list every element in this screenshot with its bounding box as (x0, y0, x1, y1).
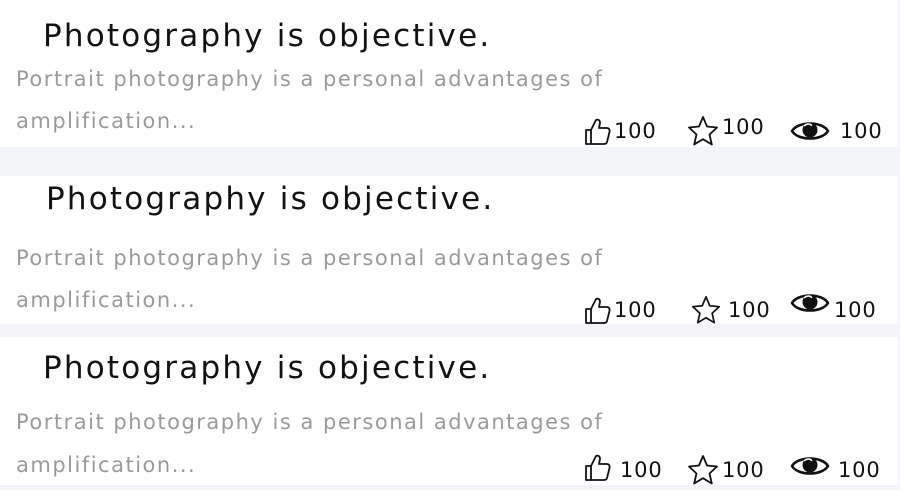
like-button[interactable]: 100 (582, 111, 656, 151)
view-count-button[interactable]: 100 (790, 450, 880, 490)
article-description-line-2: amplification... (16, 109, 197, 133)
view-count-button[interactable]: 100 (790, 290, 876, 330)
article-title[interactable]: Photography is objective. (43, 16, 491, 56)
thumbs-up-icon (585, 454, 611, 481)
article-stats: 100 100 100 (580, 450, 890, 490)
thumbs-up-icon (585, 118, 611, 145)
like-count: 100 (620, 458, 663, 482)
thumbs-up-icon (585, 297, 611, 324)
article-feed: Photography is objective. Portrait photo… (0, 0, 898, 488)
eye-icon (790, 294, 830, 312)
article-description-line-2: amplification... (16, 453, 197, 477)
article-description-line-1: Portrait photography is a personal advan… (16, 67, 604, 91)
favorite-button[interactable]: 100 (686, 111, 764, 151)
article-description-line-1: Portrait photography is a personal advan… (16, 410, 604, 434)
like-button[interactable]: 100 (582, 450, 662, 490)
article-card[interactable]: Photography is objective. Portrait photo… (0, 0, 898, 147)
favorite-count: 100 (722, 458, 765, 482)
article-card[interactable]: Photography is objective. Portrait photo… (0, 176, 898, 324)
article-card[interactable]: Photography is objective. Portrait photo… (0, 337, 898, 485)
article-title[interactable]: Photography is objective. (43, 348, 491, 388)
star-icon (688, 455, 718, 485)
star-icon (691, 295, 721, 324)
article-description-line-2: amplification... (16, 288, 197, 312)
eye-icon (790, 457, 830, 475)
like-count: 100 (614, 298, 657, 322)
article-description-line-1: Portrait photography is a personal advan… (16, 246, 604, 270)
favorite-count: 100 (722, 115, 765, 139)
article-title[interactable]: Photography is objective. (46, 179, 494, 219)
article-stats: 100 100 100 (580, 111, 890, 151)
eye-icon (790, 122, 830, 140)
view-count: 100 (838, 458, 881, 482)
view-count-button[interactable]: 100 (790, 111, 882, 151)
favorite-button[interactable]: 100 (686, 450, 764, 490)
star-icon (688, 116, 718, 146)
article-stats: 100 100 100 (580, 290, 890, 330)
view-count: 100 (840, 119, 883, 143)
favorite-button[interactable]: 100 (690, 290, 770, 330)
like-count: 100 (614, 119, 657, 143)
view-count: 100 (834, 298, 877, 322)
favorite-count: 100 (728, 298, 771, 322)
like-button[interactable]: 100 (582, 290, 656, 330)
